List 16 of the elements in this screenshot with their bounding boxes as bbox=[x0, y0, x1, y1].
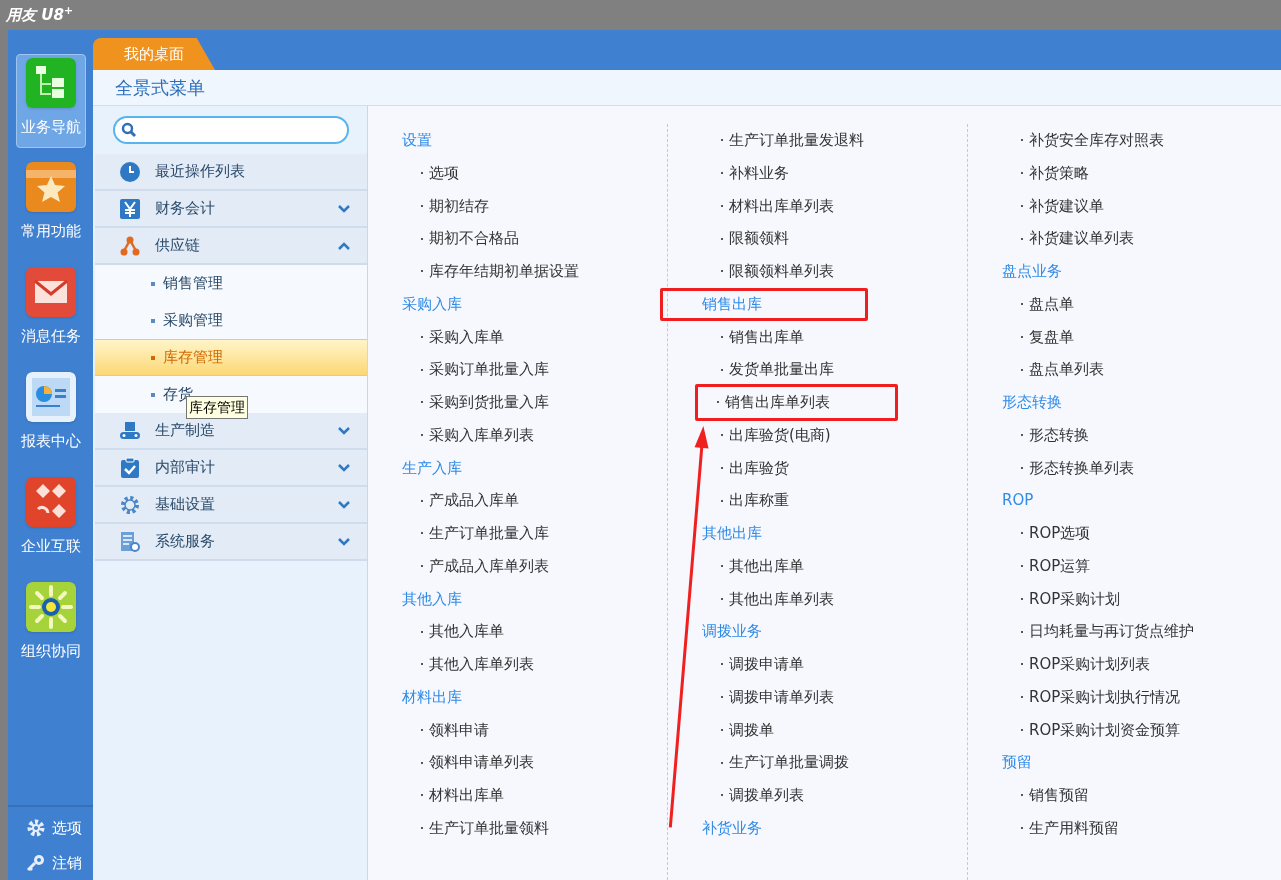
menu-heading: 补货业务 bbox=[702, 817, 762, 839]
menu-heading: 销售出库 bbox=[660, 287, 868, 321]
app-title: 用友 U8$^{+}$ bbox=[6, 3, 74, 26]
panel-title: 全景式菜单 bbox=[115, 76, 205, 100]
menu-heading: 其他出库 bbox=[702, 523, 762, 545]
menu-heading: 设置 bbox=[402, 130, 432, 152]
menu-heading: 盘点业务 bbox=[1002, 261, 1062, 283]
menu-heading: 采购入库 bbox=[402, 293, 462, 315]
menu-heading: 生产入库 bbox=[402, 457, 462, 479]
menu-heading: ROP bbox=[1002, 490, 1034, 512]
menu-heading: 形态转换 bbox=[1002, 392, 1062, 414]
menu-heading: 预留 bbox=[1002, 752, 1032, 774]
tooltip: 库存管理 bbox=[186, 396, 248, 419]
menu-heading: 调拨业务 bbox=[702, 621, 762, 643]
menu-heading: 其他入库 bbox=[402, 588, 462, 610]
menu-heading: 材料出库 bbox=[402, 686, 462, 708]
